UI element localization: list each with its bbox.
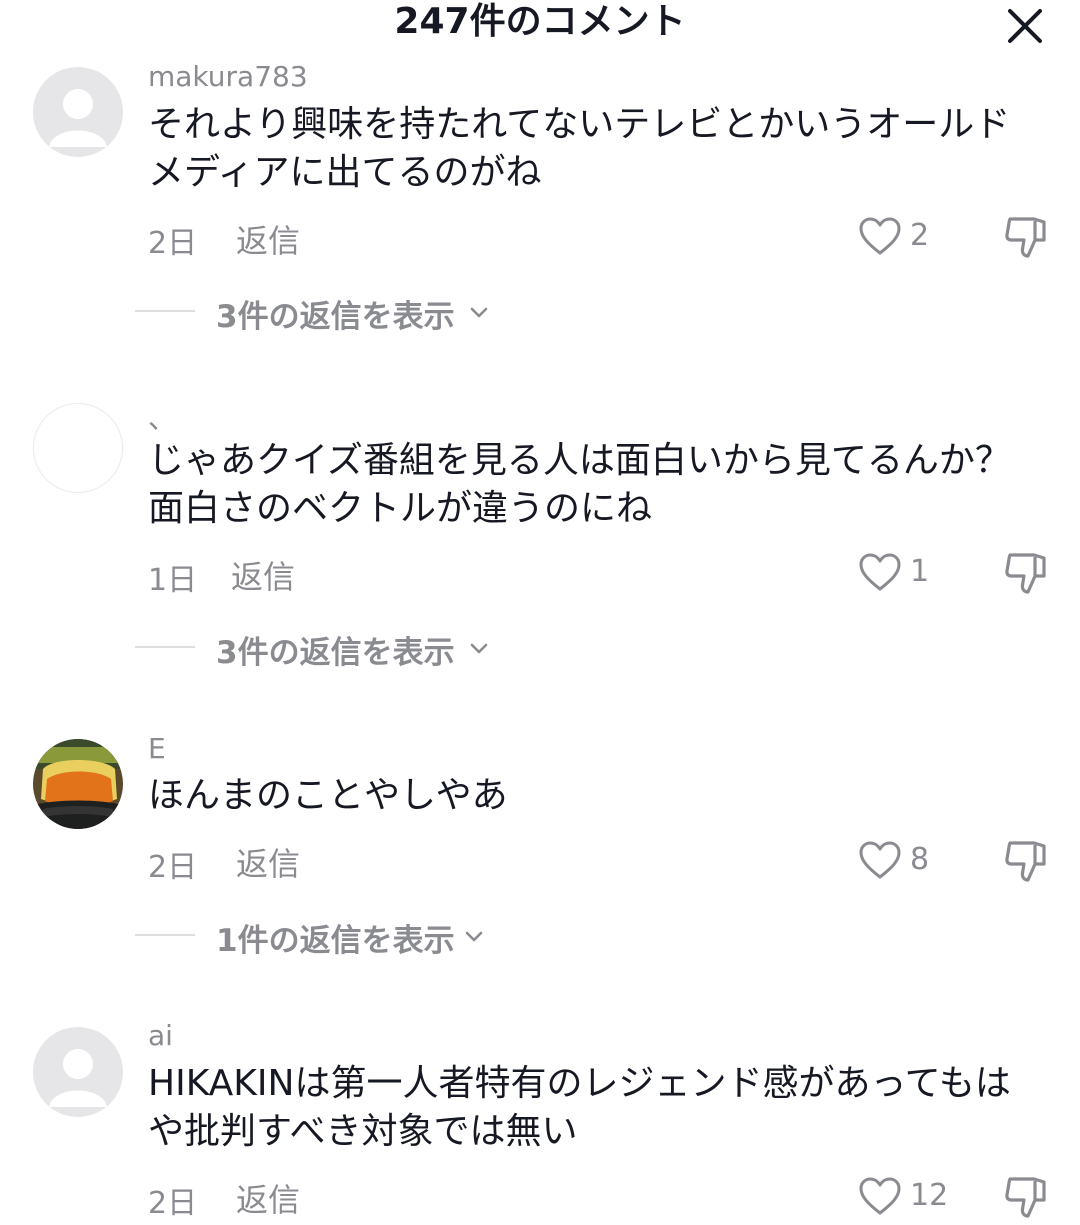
comment-username[interactable]: E [148,732,166,765]
dislike-button[interactable] [1002,549,1050,597]
chevron-down-icon [470,643,488,654]
comments-header: 247件のコメント [0,0,1080,60]
like-count: 1 [910,554,930,589]
comment-time: 1日 [148,563,198,598]
thumbs-down-icon [1005,217,1046,258]
comment-username[interactable]: ai [148,1019,173,1052]
comment-list: makura783 それより興味を持たれてないテレビとかいうオールド メディアに… [0,0,1080,1221]
heart-icon [859,217,901,255]
comment-text: HIKAKINは第一人者特有のレジェンド感があってもは や批判すべき対象では無い [148,1063,1011,1152]
chevron-down-icon [470,307,488,318]
reply-button[interactable]: 返信 [236,1175,300,1221]
like-count: 2 [910,218,930,253]
thumbs-down-icon [1005,1177,1046,1218]
photo-avatar-image [33,739,123,829]
divider-line [135,646,195,648]
dislike-button[interactable] [1002,837,1050,885]
view-replies-label: 3件の返信を表示 [216,635,455,671]
comment-text: じゃあクイズ番組を見る人は面白いから見てるんか？ 面白さのベクトルが違うのにね [148,440,1011,529]
avatar[interactable] [33,1027,123,1117]
view-replies-label: 1件の返信を表示 [216,923,455,959]
comment-text: それより興味を持たれてないテレビとかいうオールド メディアに出てるのがね [148,104,1011,193]
thumbs-down-icon [1005,553,1046,594]
avatar[interactable] [33,403,123,493]
avatar[interactable] [33,67,123,157]
comment-username[interactable]: makura783 [148,60,308,93]
thumbs-down-icon [1005,841,1046,882]
like-button[interactable]: 12 [858,1176,948,1220]
divider-line [135,310,195,312]
reply-button[interactable]: 返信 [236,839,300,885]
heart-icon [859,1177,901,1215]
like-count: 12 [910,1178,949,1213]
comment-text: ほんまのことやしやあ [148,775,508,816]
like-button[interactable]: 8 [858,840,948,884]
chevron-down-icon [465,931,483,942]
comment-time: 2日 [148,1186,198,1221]
view-replies-button[interactable]: 3件の返信を表示 [135,627,515,671]
like-count: 8 [910,842,930,877]
comment-count-title: 247件のコメント [394,1,686,42]
reply-button[interactable]: 返信 [236,216,300,262]
comment-time: 2日 [148,850,198,885]
close-button[interactable] [1000,4,1050,50]
like-button[interactable]: 2 [858,216,948,260]
like-button[interactable]: 1 [858,552,948,596]
heart-icon [859,841,901,879]
view-replies-button[interactable]: 1件の返信を表示 [135,915,505,959]
close-icon [1008,9,1042,43]
heart-icon [859,553,901,591]
avatar[interactable] [33,739,123,829]
view-replies-button[interactable]: 3件の返信を表示 [135,291,515,335]
default-avatar-icon [49,89,107,147]
comment-time: 2日 [148,226,198,261]
view-replies-label: 3件の返信を表示 [216,299,455,335]
default-avatar-icon [49,1049,107,1107]
dislike-button[interactable] [1002,1173,1050,1221]
divider-line [135,934,195,936]
dislike-button[interactable] [1002,213,1050,261]
reply-button[interactable]: 返信 [231,552,295,598]
comment-username[interactable]: 、 [148,397,176,437]
